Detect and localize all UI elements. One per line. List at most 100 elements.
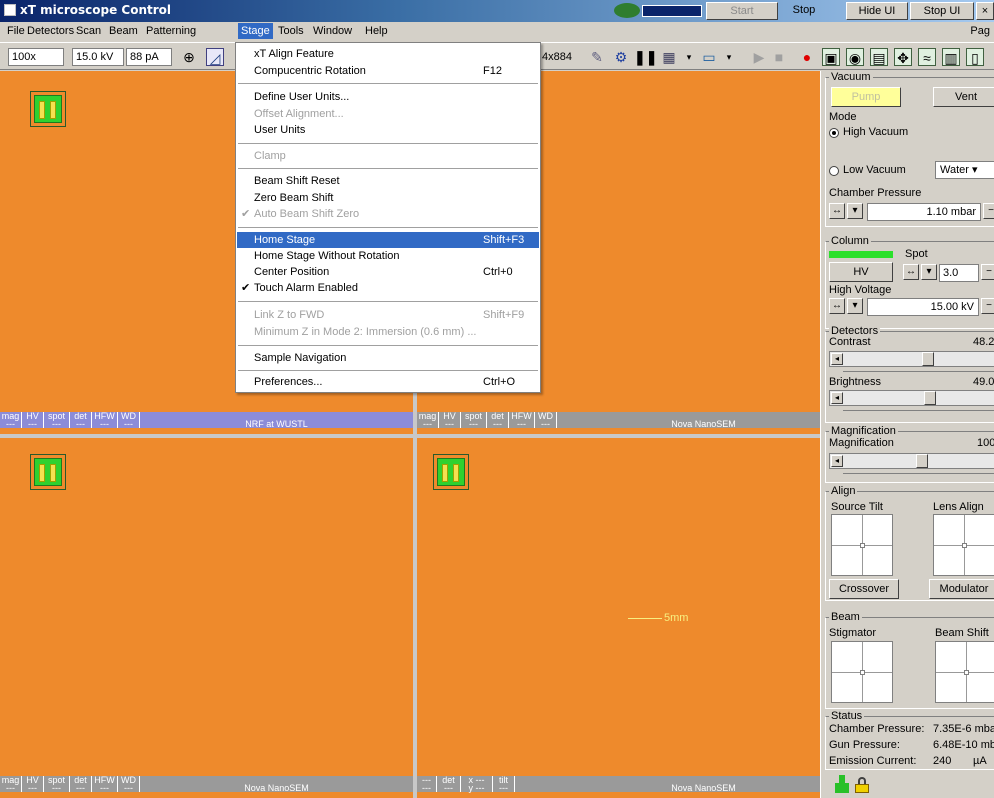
- navigation-icon[interactable]: ✥: [894, 48, 912, 66]
- menu-help[interactable]: Help: [362, 25, 391, 37]
- lens-dropdown-icon[interactable]: ▾: [720, 48, 738, 66]
- brightness-slider[interactable]: ◂: [829, 390, 994, 406]
- magnification-combo[interactable]: 100x: [8, 48, 64, 66]
- beam-shift-label: Beam Shift: [935, 627, 989, 639]
- chevron-down-icon[interactable]: ▾: [847, 203, 863, 219]
- expand-arrows-icon[interactable]: ↔: [829, 203, 845, 219]
- databar-1: mag --- HV --- spot --- det --- HFW --- WD ---…: [0, 412, 413, 429]
- expand-arrows-icon[interactable]: ↔: [829, 298, 845, 314]
- lock-icon[interactable]: [855, 777, 869, 793]
- databar-field: HFW ---: [509, 412, 535, 429]
- chevron-down-icon[interactable]: ▾: [921, 264, 937, 280]
- status-chamber-pressure-value: 7.35E-6 mba: [933, 723, 994, 735]
- close-icon[interactable]: ×: [976, 2, 994, 20]
- menu-tools[interactable]: Tools: [275, 25, 307, 37]
- lens-align-pad[interactable]: [933, 514, 994, 576]
- save-icon[interactable]: ▤: [870, 48, 888, 66]
- contrast-label: Contrast: [829, 336, 871, 348]
- menu-item-preferences[interactable]: Preferences... Ctrl+O: [237, 374, 539, 390]
- contrast-slider[interactable]: ◂: [829, 351, 994, 367]
- chevron-left-icon: ◂: [831, 392, 843, 404]
- crossover-button[interactable]: Crossover: [829, 579, 899, 599]
- menu-item-define-user-units[interactable]: Define User Units...: [237, 89, 539, 105]
- grid-dropdown-icon[interactable]: ▾: [680, 48, 698, 66]
- brightness-value: 49.0: [973, 376, 994, 388]
- expand-arrows-icon[interactable]: ↔: [903, 264, 919, 280]
- menu-item-auto-beam-shift-zero[interactable]: ✔ Auto Beam Shift Zero: [237, 206, 539, 222]
- scale-bar: 5mm: [628, 612, 688, 624]
- snapshot-icon[interactable]: ▣: [822, 48, 840, 66]
- menu-item-compucentric-rotation[interactable]: Compucentric Rotation F12: [237, 63, 539, 79]
- stage-menu-dropdown: xT Align Feature Compucentric Rotation F1…: [235, 42, 541, 393]
- menu-item-beam-shift-reset[interactable]: Beam Shift Reset: [237, 173, 539, 189]
- menu-item-minimum-z[interactable]: Minimum Z in Mode 2: Immersion (0.6 mm) …: [237, 324, 539, 340]
- vent-button[interactable]: Vent: [933, 87, 994, 107]
- minus-icon[interactable]: −: [983, 203, 994, 219]
- chevron-down-icon[interactable]: ▾: [847, 298, 863, 314]
- menu-item-zero-beam-shift[interactable]: Zero Beam Shift: [237, 190, 539, 206]
- menu-detectors[interactable]: Detectors: [24, 25, 77, 37]
- measure-icon[interactable]: ≈: [918, 48, 936, 66]
- start-button[interactable]: Start: [706, 2, 778, 20]
- databar-2: mag --- HV --- spot --- det --- HFW --- WD ---…: [417, 412, 820, 429]
- record-icon[interactable]: ●: [798, 48, 816, 66]
- stigmator-pad[interactable]: [831, 641, 893, 703]
- slider-track: [843, 371, 994, 372]
- spot-field[interactable]: 3.0: [939, 264, 979, 282]
- magnification-slider[interactable]: ◂: [829, 453, 994, 469]
- contrast-value: 48.2: [973, 336, 994, 348]
- stop-button[interactable]: Stop: [780, 2, 828, 20]
- crosshair-icon[interactable]: ⊕: [180, 48, 198, 66]
- scan-resolution[interactable]: 4x884: [542, 51, 572, 63]
- stage-icon[interactable]: ⚙: [612, 48, 630, 66]
- menu-item-touch-alarm-enabled[interactable]: ✔ Touch Alarm Enabled: [237, 280, 539, 296]
- pump-button[interactable]: Pump: [831, 87, 901, 107]
- databar-field: spot ---: [461, 412, 487, 429]
- quad-view-4[interactable]: --- --- det --- x --- y --- tilt --- Nova Na…: [417, 438, 820, 798]
- detector-icon[interactable]: ✎: [588, 48, 606, 66]
- hv-button[interactable]: HV: [829, 262, 893, 282]
- align-group-title: Align: [829, 485, 858, 497]
- databar-field: mag ---: [417, 412, 439, 429]
- menu-item-xt-align-feature[interactable]: xT Align Feature: [237, 46, 539, 62]
- pause-icon[interactable]: ❚❚: [634, 48, 657, 66]
- menu-item-link-z-to-fwd[interactable]: Link Z to FWD Shift+F9: [237, 307, 539, 323]
- settings-icon[interactable]: ▯: [966, 48, 984, 66]
- beam-current-combo[interactable]: 88 pA: [126, 48, 172, 66]
- menu-item-sample-navigation[interactable]: Sample Navigation: [237, 350, 539, 366]
- photo-icon[interactable]: ◉: [846, 48, 864, 66]
- align-icon[interactable]: ◿: [206, 48, 224, 66]
- hide-ui-button[interactable]: Hide UI: [846, 2, 908, 20]
- modulator-button[interactable]: Modulator: [929, 579, 994, 599]
- beam-shift-pad[interactable]: [935, 641, 994, 703]
- menu-item-user-units[interactable]: User Units: [237, 122, 539, 138]
- source-tilt-pad[interactable]: [831, 514, 893, 576]
- menu-item-clamp[interactable]: Clamp: [237, 148, 539, 164]
- menu-stage[interactable]: Stage: [238, 23, 273, 39]
- menu-item-home-stage-without-rotation[interactable]: Home Stage Without Rotation: [237, 248, 539, 264]
- menu-beam[interactable]: Beam: [106, 25, 141, 37]
- minus-icon[interactable]: −: [981, 298, 994, 314]
- low-vacuum-radio[interactable]: [829, 166, 839, 176]
- grid-icon[interactable]: ▦: [660, 48, 678, 66]
- chamber-pressure-field[interactable]: 1.10 mbar: [867, 203, 981, 221]
- menu-item-center-position[interactable]: Center Position Ctrl+0: [237, 264, 539, 280]
- hv-combo[interactable]: 15.0 kV: [72, 48, 124, 66]
- gas-select[interactable]: Water ▾: [935, 161, 994, 179]
- databar-field: HV ---: [22, 412, 44, 429]
- stop-ui-button[interactable]: Stop UI: [910, 2, 974, 20]
- menu-item-offset-alignment[interactable]: Offset Alignment...: [237, 106, 539, 122]
- play-icon[interactable]: ▶: [750, 48, 768, 66]
- menu-window[interactable]: Window: [310, 25, 355, 37]
- high-vacuum-radio[interactable]: [829, 128, 839, 138]
- lens-icon[interactable]: ▭: [700, 48, 718, 66]
- menu-patterning[interactable]: Patterning: [143, 25, 199, 37]
- slider-thumb: [924, 391, 936, 405]
- menu-item-home-stage[interactable]: Home Stage Shift+F3: [237, 232, 539, 248]
- stop-icon[interactable]: ■: [770, 48, 788, 66]
- menu-scan[interactable]: Scan: [73, 25, 104, 37]
- high-voltage-field[interactable]: 15.00 kV: [867, 298, 979, 316]
- report-icon[interactable]: ▥: [942, 48, 960, 66]
- minus-icon[interactable]: −: [981, 264, 994, 280]
- quad-view-3[interactable]: mag --- HV --- spot --- det --- HFW --- WD ---…: [0, 438, 413, 798]
